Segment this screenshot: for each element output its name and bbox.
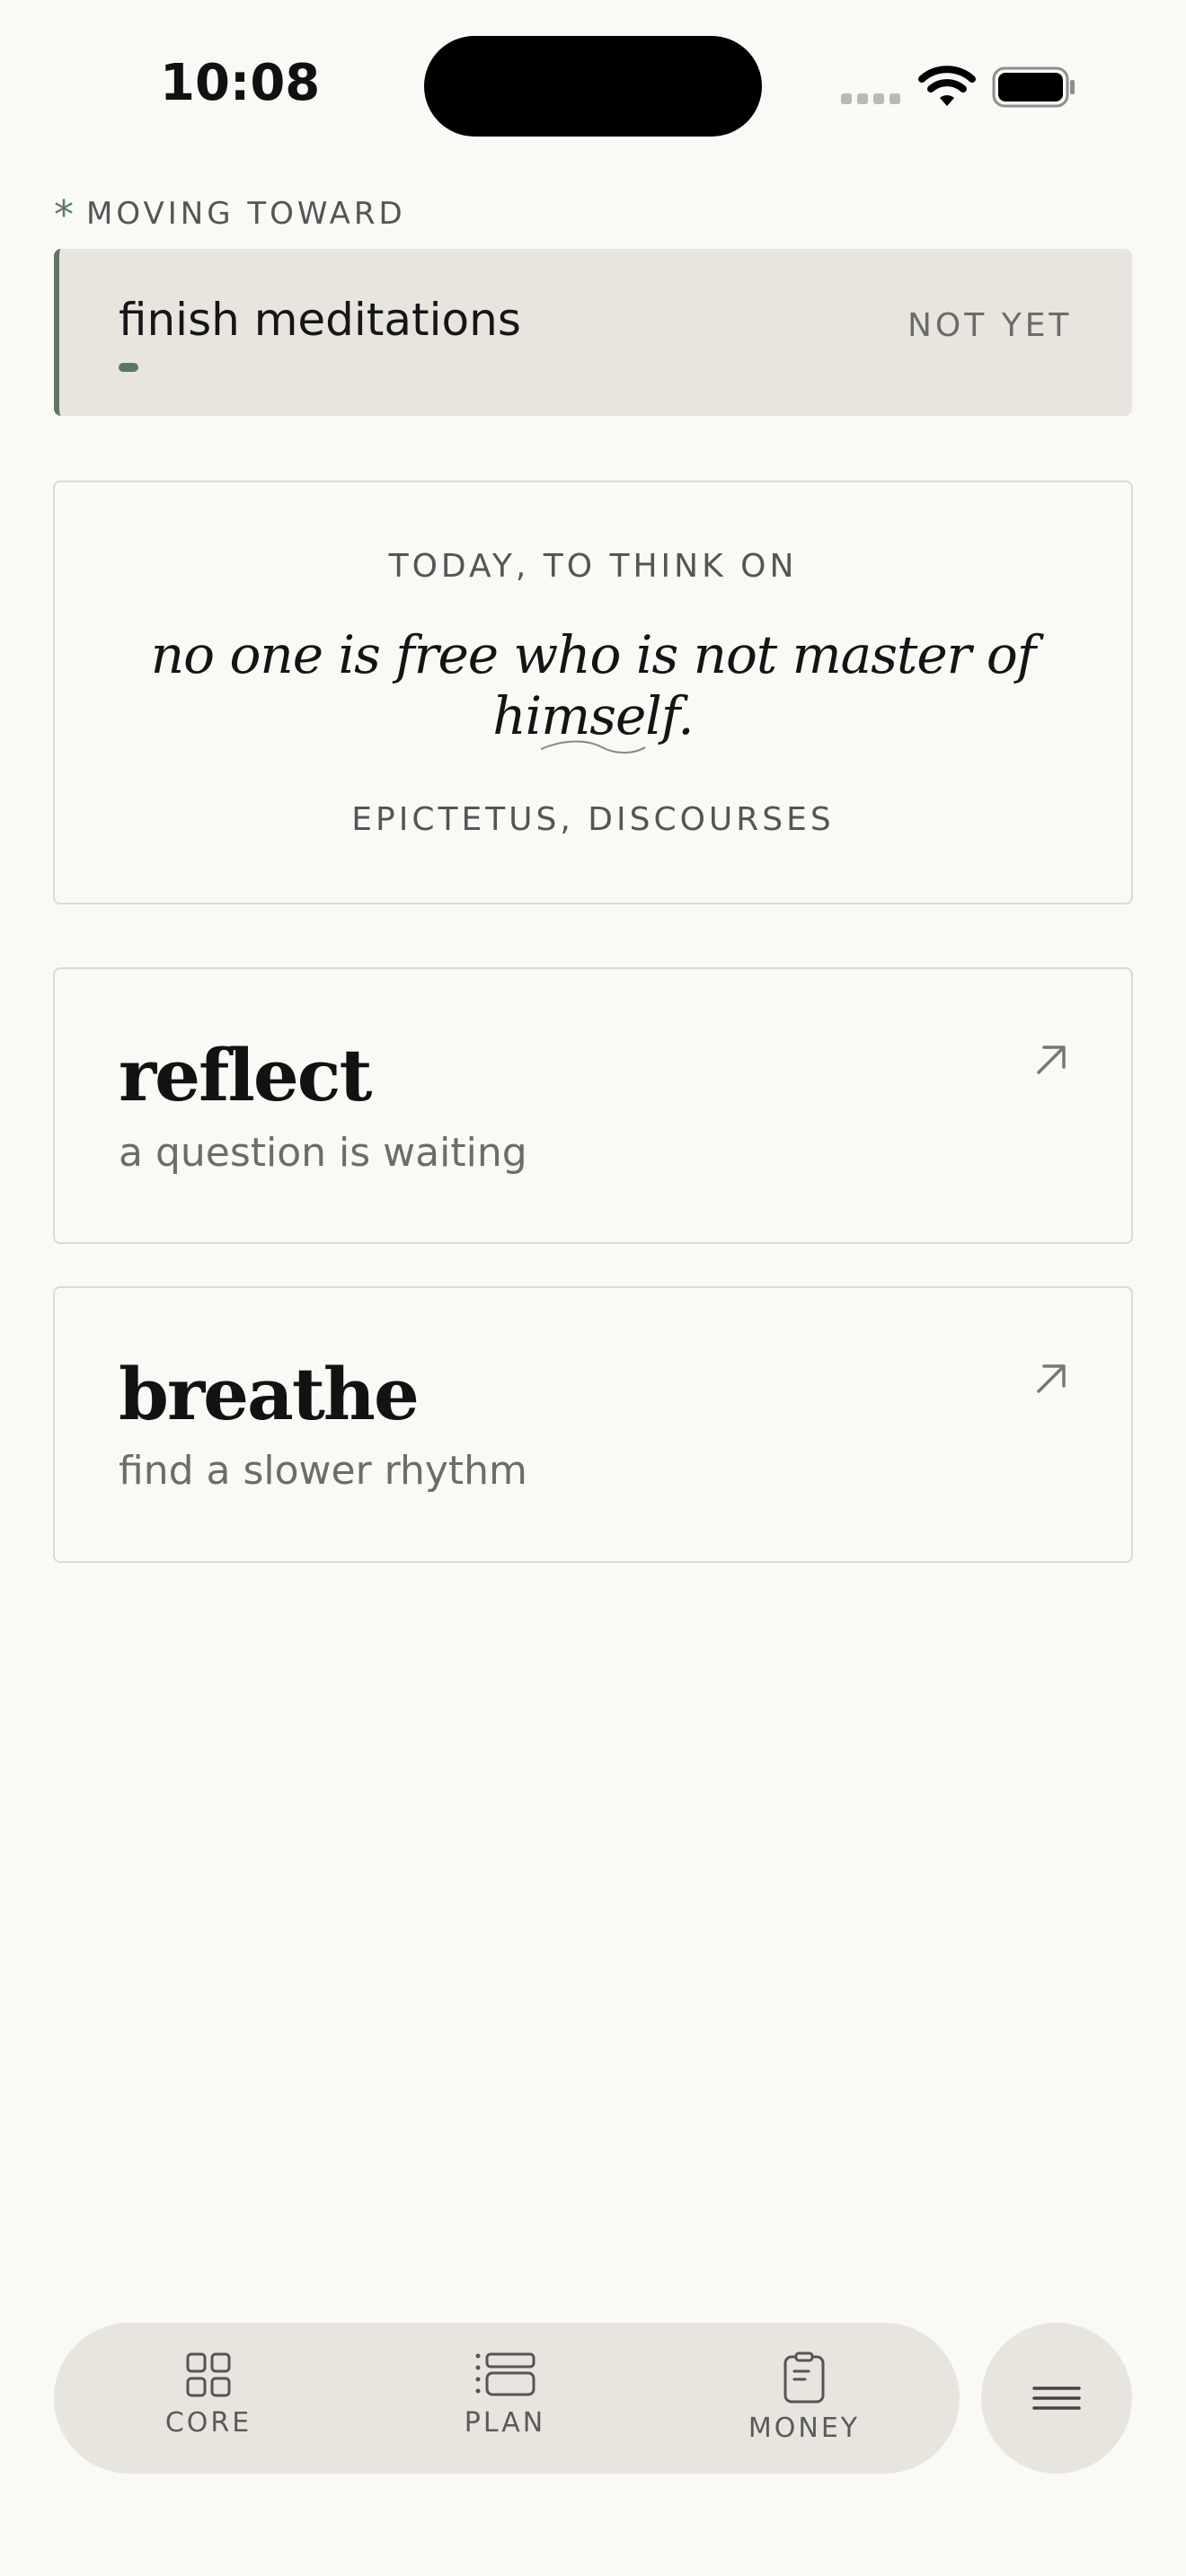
wifi-icon — [918, 66, 976, 106]
moving-toward-label: * MOVING TOWARD — [54, 190, 406, 238]
battery-icon — [992, 66, 1075, 108]
nav-label-plan: PLAN — [464, 2407, 546, 2439]
cellular-signal-icon — [841, 93, 900, 104]
nav-label-core: CORE — [164, 2407, 252, 2439]
grid-icon — [186, 2352, 231, 2397]
nav-item-money[interactable]: MONEY — [714, 2351, 894, 2444]
moving-toward-heading: MOVING TOWARD — [86, 195, 406, 232]
quote-kicker: TODAY, TO THINK ON — [388, 548, 798, 585]
goal-status-badge[interactable]: NOT YET — [907, 307, 1072, 344]
goal-progress-bar — [119, 363, 138, 372]
dynamic-island — [424, 36, 762, 137]
status-time: 10:08 — [160, 54, 321, 112]
nav-label-money: MONEY — [748, 2413, 861, 2444]
breathe-subtitle: find a slower rhythm — [119, 1448, 527, 1494]
reflect-title: reflect — [119, 1033, 372, 1117]
arrow-up-right-icon[interactable] — [1033, 1361, 1069, 1397]
asterisk-icon: * — [54, 192, 77, 238]
hamburger-menu-icon — [1032, 2386, 1081, 2410]
reflect-subtitle: a question is waiting — [119, 1130, 527, 1176]
quote-text: no one is free who is not master of hims… — [150, 624, 1036, 746]
clipboard-icon — [783, 2351, 825, 2404]
list-icon — [475, 2352, 535, 2396]
arrow-up-right-icon[interactable] — [1033, 1042, 1069, 1078]
nav-item-plan[interactable]: PLAN — [415, 2351, 595, 2439]
nav-item-core[interactable]: CORE — [119, 2351, 298, 2439]
goal-title: finish meditations — [119, 294, 521, 346]
menu-button[interactable] — [981, 2323, 1132, 2474]
quote-source: EPICTETUS, DISCOURSES — [351, 801, 835, 838]
breathe-title: breathe — [119, 1352, 420, 1436]
squiggle-divider — [540, 740, 646, 754]
